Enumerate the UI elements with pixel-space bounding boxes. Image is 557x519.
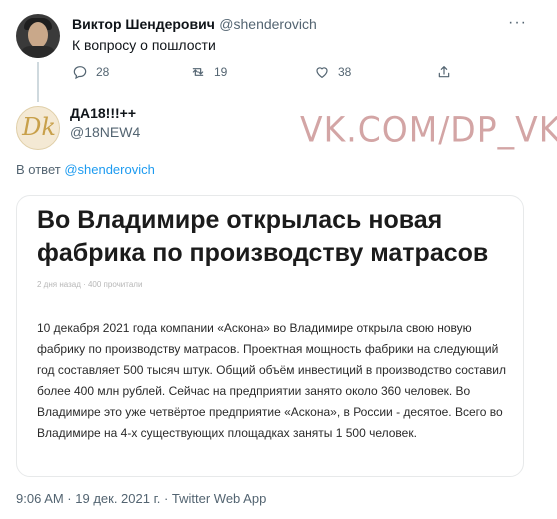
retweet-button[interactable]: 19 (190, 64, 227, 80)
card-body: 10 декабря 2021 года компании «Аскона» в… (37, 321, 507, 440)
share-button[interactable] (436, 64, 452, 80)
reply-to-prefix: В ответ (16, 162, 65, 177)
tweet1-header: Виктор Шендерович @shenderovich (72, 16, 317, 34)
reply-count: 28 (96, 65, 110, 79)
share-icon (438, 66, 450, 78)
heart-icon (316, 67, 328, 78)
card-title: Во Владимире открылась новая фабрика по … (37, 206, 489, 267)
avatar-logo: Dk (22, 113, 56, 141)
retweet-count: 19 (214, 65, 228, 79)
thread-connector-line (37, 62, 39, 102)
like-button[interactable]: 38 (314, 64, 351, 80)
reply-author-avatar[interactable]: Dk (16, 106, 60, 150)
avatar-body (20, 46, 56, 58)
author-handle[interactable]: @shenderovich (219, 16, 317, 32)
reply-to-line: В ответ @shenderovich (16, 162, 155, 177)
card-meta: 2 дня назад · 400 прочитали (37, 280, 143, 289)
reply-author-handle[interactable]: @18NEW4 (70, 124, 140, 140)
avatar-face (28, 22, 48, 48)
tweet-timestamp[interactable]: 9:06 AM · 19 дек. 2021 г. · Twitter Web … (16, 491, 266, 506)
watermark: VK.COM/DP_VK2 (300, 109, 557, 150)
reply-button[interactable]: 28 (72, 64, 109, 80)
reply-mention-link[interactable]: @shenderovich (64, 162, 155, 177)
retweet-icon (192, 68, 204, 76)
more-options-icon[interactable]: ··· (508, 14, 527, 32)
author-avatar[interactable] (16, 14, 60, 58)
attached-image-card[interactable]: Во Владимире открылась новая фабрика по … (16, 195, 524, 477)
tweet-actions: 28 19 38 (72, 64, 462, 84)
author-name[interactable]: Виктор Шендерович (72, 16, 215, 32)
reply-author-name[interactable]: ДА18!!!++ (70, 105, 136, 121)
reply-icon (73, 66, 87, 80)
like-count: 38 (338, 65, 352, 79)
tweet-text: К вопросу о пошлости (72, 37, 216, 53)
